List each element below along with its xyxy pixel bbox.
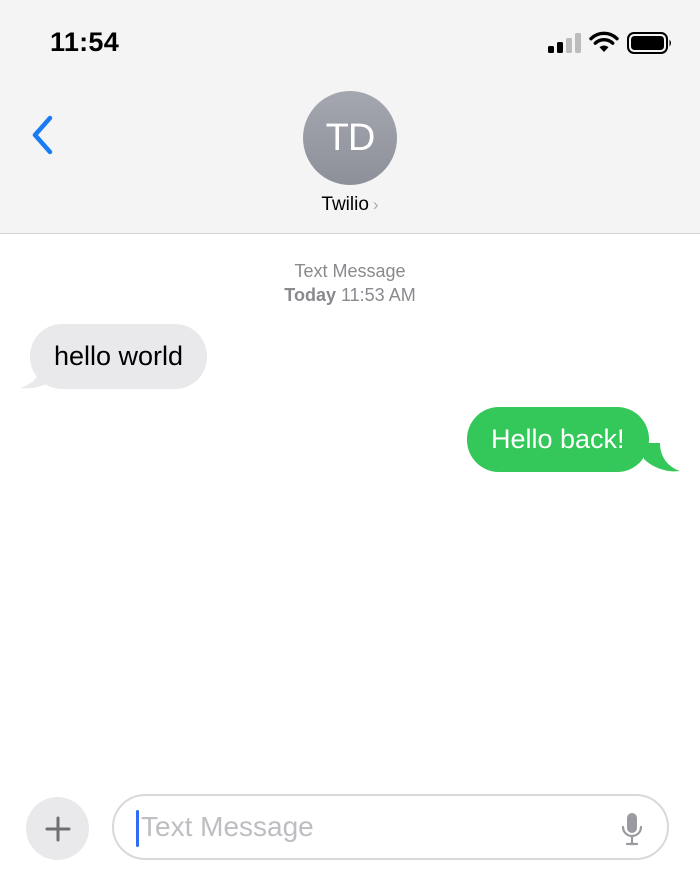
status-time: 11:54 [50,27,120,57]
add-attachment-button[interactable] [26,797,89,860]
received-message-bubble[interactable]: hello world [30,324,208,389]
message-date: Today 11:53 AM [0,283,700,307]
sent-message-text: Hello back! [491,424,625,454]
sent-message-bubble[interactable]: Hello back! [467,407,649,472]
avatar-initials: TD [325,116,376,159]
message-timestamp-header: Text Message Today 11:53 AM [0,259,700,307]
contact-name-button[interactable]: Twilio › [0,194,700,216]
plus-icon [45,816,70,841]
contact-avatar[interactable]: TD [303,91,397,185]
contact-name: Twilio [321,194,369,215]
message-input-container[interactable] [112,794,669,860]
message-input[interactable] [141,804,611,850]
chevron-right-icon: › [372,195,379,214]
message-day: Today [284,285,336,305]
microphone-icon[interactable] [620,812,644,846]
conversation-header: 11:54 TD Twilio › [0,0,700,234]
received-message-text: hello world [54,341,184,371]
text-cursor [136,810,139,847]
wifi-icon [589,31,619,52]
message-time: 11:53 AM [340,285,416,305]
signal-bars-icon [548,33,581,53]
battery-icon [627,32,671,54]
message-type-label: Text Message [294,261,406,281]
back-button[interactable] [28,110,60,160]
